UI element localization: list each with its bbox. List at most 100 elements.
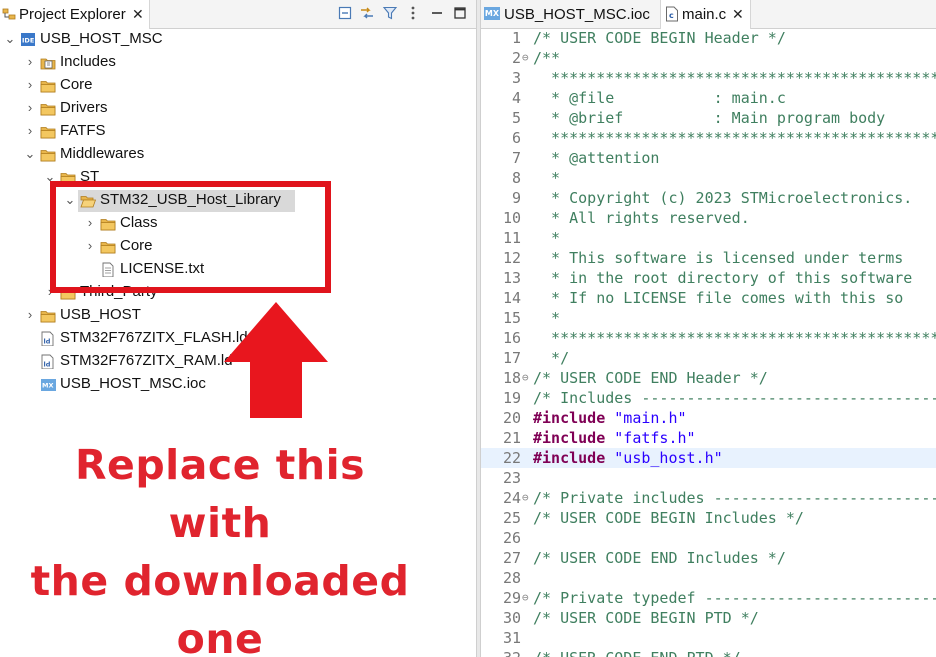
code-line[interactable]: 21 #include "fatfs.h"	[481, 428, 936, 448]
code-text: /* USER CODE BEGIN PTD */	[533, 608, 759, 628]
line-number: 18	[502, 369, 521, 387]
project-explorer-tabbar: Project Explorer ✕	[0, 0, 476, 29]
tree-item-label: USB_HOST_MSC.ioc	[60, 375, 206, 392]
code-line[interactable]: 3 **************************************…	[481, 68, 936, 88]
tree-item-label: Core	[60, 76, 93, 93]
comment-token: /* USER CODE END Header */	[533, 369, 768, 387]
line-number: 6	[511, 129, 521, 147]
code-line[interactable]: 22 #include "usb_host.h"	[481, 448, 936, 468]
annotation-arrow-icon	[224, 302, 328, 418]
collapse-all-icon[interactable]	[337, 5, 353, 21]
comment-token: /* USER CODE END PTD */	[533, 649, 741, 657]
line-number: 5	[511, 109, 521, 127]
chevron-right-icon[interactable]: ›	[24, 124, 36, 138]
tree-item[interactable]: › Includes	[0, 52, 476, 74]
tree-item[interactable]: › Core	[0, 75, 476, 97]
fold-toggle-icon[interactable]: ⊖	[522, 368, 532, 388]
tab-usb-host-msc-ioc[interactable]: MX USB_HOST_MSC.ioc	[481, 0, 661, 29]
code-line[interactable]: 15 *	[481, 308, 936, 328]
code-text: ****************************************…	[533, 68, 936, 88]
keyword-token: #include	[533, 449, 606, 467]
tree-item-label: STM32F767ZITX_FLASH.ld	[60, 329, 248, 346]
code-line[interactable]: 2 ⊖/**	[481, 48, 936, 68]
code-line[interactable]: 18 ⊖/* USER CODE END Header */	[481, 368, 936, 388]
code-line[interactable]: 7 * @attention	[481, 148, 936, 168]
code-line[interactable]: 1 /* USER CODE BEGIN Header */	[481, 28, 936, 48]
comment-token: /* USER CODE END Includes */	[533, 549, 786, 567]
maximize-icon[interactable]	[452, 5, 468, 21]
chevron-down-icon[interactable]: ⌄	[24, 147, 36, 161]
tree-item-label: Includes	[60, 53, 116, 70]
code-line[interactable]: 4 * @file : main.c	[481, 88, 936, 108]
code-line[interactable]: 30 /* USER CODE BEGIN PTD */	[481, 608, 936, 628]
tree-item[interactable]: ⌄ Middlewares	[0, 144, 476, 166]
tree-item-label: Drivers	[60, 99, 108, 116]
fold-toggle-icon[interactable]: ⊖	[522, 488, 532, 508]
code-text: #include "fatfs.h"	[533, 428, 696, 448]
code-line[interactable]: 23	[481, 468, 936, 488]
tree-item[interactable]: › Drivers	[0, 98, 476, 120]
line-number: 2	[511, 49, 521, 67]
comment-token: * @attention	[533, 149, 660, 167]
code-line[interactable]: 9 * Copyright (c) 2023 STMicroelectronic…	[481, 188, 936, 208]
line-number: 8	[511, 169, 521, 187]
minimize-icon[interactable]	[429, 5, 445, 21]
svg-text:ld: ld	[44, 361, 51, 369]
comment-token: * If no LICENSE file comes with this so	[533, 289, 904, 307]
code-line[interactable]: 19 /* Includes --------------------------…	[481, 388, 936, 408]
includes-folder-icon	[40, 58, 56, 70]
code-line[interactable]: 25 /* USER CODE BEGIN Includes */	[481, 508, 936, 528]
code-area[interactable]: 1/* USER CODE BEGIN Header */2 ⊖/** 3 ****…	[481, 28, 936, 657]
code-line[interactable]: 10 * All rights reserved.	[481, 208, 936, 228]
code-line[interactable]: 8 *	[481, 168, 936, 188]
chevron-right-icon[interactable]: ›	[24, 55, 36, 69]
code-line[interactable]: 6 **************************************…	[481, 128, 936, 148]
code-line[interactable]: 5 * @brief : Main program body	[481, 108, 936, 128]
code-line[interactable]: 29 ⊖/* Private typedef ------------------…	[481, 588, 936, 608]
fold-toggle-icon[interactable]: ⊖	[522, 48, 532, 68]
code-line[interactable]: 17 */	[481, 348, 936, 368]
code-line[interactable]: 26	[481, 528, 936, 548]
view-menu-icon[interactable]	[405, 5, 421, 21]
tree-item[interactable]: ⌄ IDE USB_HOST_MSC	[0, 29, 476, 51]
comment-token: * This software is licensed under terms	[533, 249, 904, 267]
folder-icon	[40, 311, 56, 323]
project-explorer-tab[interactable]: Project Explorer ✕	[0, 0, 150, 29]
comment-token: * in the root directory of this software	[533, 269, 913, 287]
code-line[interactable]: 28	[481, 568, 936, 588]
link-with-editor-icon[interactable]	[359, 5, 375, 21]
tab-main-c[interactable]: c main.c ✕	[661, 0, 751, 29]
code-line[interactable]: 14 * If no LICENSE file comes with this …	[481, 288, 936, 308]
ide-project-icon: IDE	[21, 33, 35, 46]
chevron-right-icon[interactable]: ›	[24, 308, 36, 322]
code-text: /* Private typedef ---------------------…	[533, 588, 936, 608]
line-number: 23	[502, 469, 521, 487]
close-icon[interactable]: ✕	[132, 6, 144, 23]
code-line[interactable]: 12 * This software is licensed under ter…	[481, 248, 936, 268]
chevron-down-icon[interactable]: ⌄	[4, 32, 16, 46]
mx-file-icon: MX	[41, 379, 56, 391]
fold-toggle-icon[interactable]: ⊖	[522, 588, 532, 608]
keyword-token: #include	[533, 409, 606, 427]
code-line[interactable]: 24 ⊖/* Private includes -----------------…	[481, 488, 936, 508]
comment-token: *	[533, 169, 561, 187]
code-text: /* USER CODE BEGIN Includes */	[533, 508, 804, 528]
tree-item-label: FATFS	[60, 122, 106, 139]
code-line[interactable]: 16 *************************************…	[481, 328, 936, 348]
code-line[interactable]: 13 * in the root directory of this softw…	[481, 268, 936, 288]
filter-icon[interactable]	[382, 5, 398, 21]
annotation-line: the downloaded	[30, 557, 410, 605]
code-text: * All rights reserved.	[533, 208, 750, 228]
line-number: 10	[502, 209, 521, 227]
close-icon[interactable]: ✕	[732, 6, 744, 23]
tab-label: main.c	[682, 6, 727, 23]
code-line[interactable]: 27 /* USER CODE END Includes */	[481, 548, 936, 568]
code-line[interactable]: 11 *	[481, 228, 936, 248]
code-line[interactable]: 20 #include "main.h"	[481, 408, 936, 428]
code-line[interactable]: 32 /* USER CODE END PTD */	[481, 648, 936, 657]
line-number: 1	[511, 29, 521, 47]
tree-item[interactable]: › FATFS	[0, 121, 476, 143]
code-line[interactable]: 31	[481, 628, 936, 648]
chevron-right-icon[interactable]: ›	[24, 78, 36, 92]
chevron-right-icon[interactable]: ›	[24, 101, 36, 115]
